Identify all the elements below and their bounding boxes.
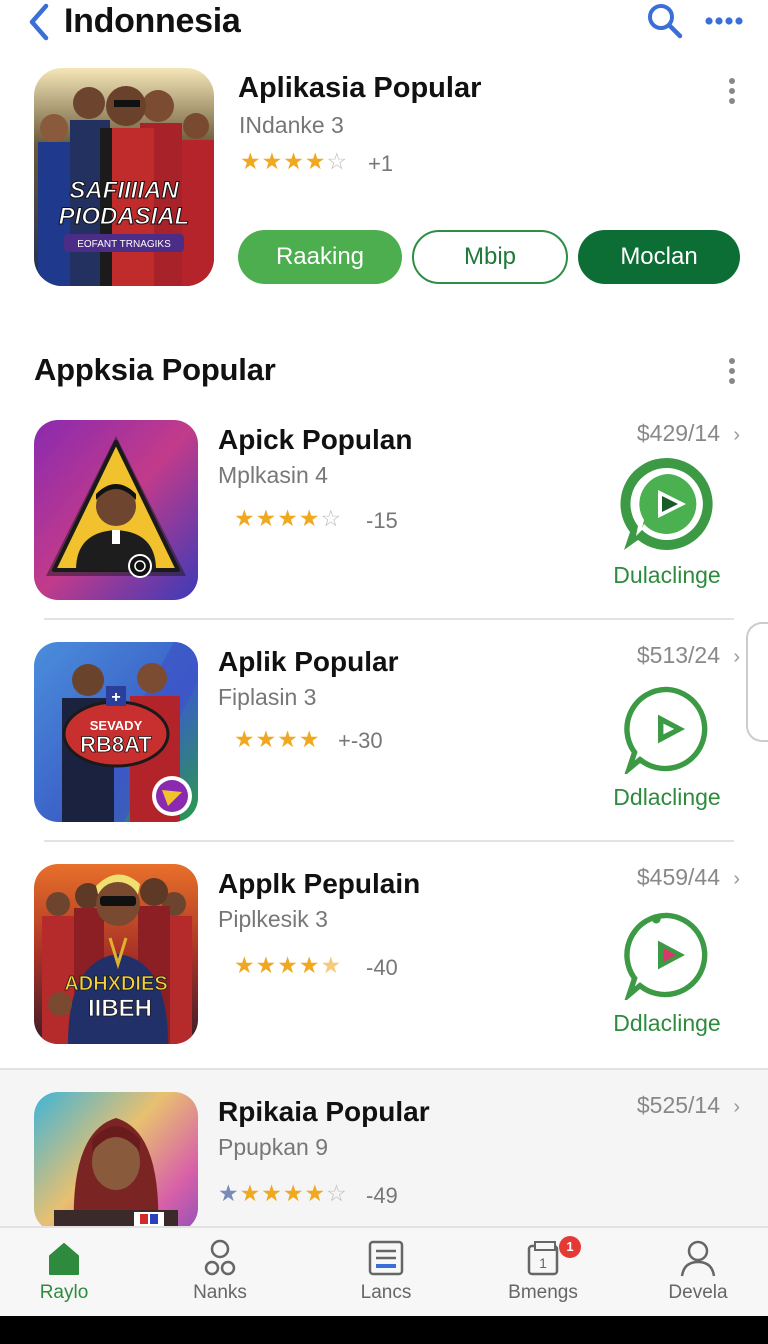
app-icon[interactable]: [34, 1092, 198, 1226]
chevron-right-icon[interactable]: ›: [733, 424, 740, 447]
app-price: $525/14: [636, 1092, 720, 1118]
list-icon: [368, 1240, 404, 1276]
app-row[interactable]: Rpikaia Popular Ppupkan 9 ★★★★★☆ -49 $52…: [0, 1092, 768, 1226]
download-play-icon[interactable]: [622, 684, 712, 774]
chevron-right-icon[interactable]: ›: [733, 646, 740, 669]
tab-label: Nanks: [193, 1282, 247, 1303]
tab-bmengs[interactable]: 1 1 Bmengs: [483, 1228, 603, 1318]
tab-nanks[interactable]: Nanks: [160, 1228, 280, 1318]
rating-stars: ★★★★★: [234, 952, 343, 978]
download-play-icon[interactable]: [622, 910, 712, 1000]
rating-count: +-30: [338, 728, 383, 753]
tab-lancs[interactable]: Lancs: [326, 1228, 446, 1318]
rating-stars: ★★★★★☆: [218, 1180, 348, 1206]
featured-app-subtitle: INdanke 3: [239, 112, 344, 138]
download-label[interactable]: Dulaclinge: [596, 562, 738, 589]
chevron-right-icon[interactable]: ›: [733, 1096, 740, 1119]
divider: [44, 840, 734, 842]
tab-label: Bmengs: [508, 1282, 578, 1303]
rating-stars: ★★★★: [234, 726, 321, 752]
app-icon[interactable]: + SEVADY RB8AT: [34, 642, 198, 822]
app-icon[interactable]: [34, 420, 198, 600]
poster-text-1: SEVADY: [90, 718, 143, 733]
tab-label: Lancs: [360, 1282, 412, 1303]
rating-count: -15: [366, 508, 398, 533]
person-icon: [680, 1240, 716, 1277]
rating-stars: ★★★★☆: [234, 505, 343, 531]
rating-count: -40: [366, 955, 398, 980]
tab-home[interactable]: Raylo: [4, 1228, 124, 1318]
calendar-icon: 1: [527, 1241, 559, 1276]
app-row[interactable]: Apick Populan Mplkasin 4 ★★★★☆ -15 $429/…: [0, 420, 768, 642]
download-label[interactable]: Ddlaclinge: [596, 784, 738, 811]
back-arrow-icon[interactable]: [24, 2, 56, 42]
section-kebab-icon[interactable]: [726, 356, 738, 386]
svg-text:1: 1: [539, 1255, 547, 1271]
section-title: Appksia Popular: [34, 352, 276, 387]
moclan-button[interactable]: Moclan: [578, 230, 740, 284]
poster-text-1: ADHXDIES: [64, 973, 167, 995]
kebab-menu-icon[interactable]: [726, 76, 738, 106]
featured-app-poster[interactable]: SAFIIIIAN PIODASIAL EOFANT TRNAGIKS: [34, 68, 214, 286]
app-icon[interactable]: ADHXDIES IIBEH: [34, 864, 198, 1044]
featured-app-title: Aplikasia Popular: [238, 72, 482, 104]
app-title: Apick Populan: [218, 424, 413, 455]
search-icon[interactable]: [644, 0, 684, 40]
top-bar: Indonnesia: [0, 0, 768, 48]
app-subtitle: Ppupkan 9: [218, 1134, 328, 1160]
poster-text-2: PIODASIAL: [59, 203, 190, 230]
download-play-icon[interactable]: [618, 454, 718, 554]
app-price: $429/14: [636, 420, 720, 446]
app-title: Aplik Popular: [218, 646, 399, 677]
poster-text-3: EOFANT TRNAGIKS: [77, 239, 171, 250]
chevron-right-icon[interactable]: ›: [733, 868, 740, 891]
poster-text-2: IIBEH: [88, 995, 152, 1022]
app-price: $459/44: [636, 864, 720, 890]
app-row[interactable]: + SEVADY RB8AT Aplik Popular Fiplasin 3 …: [0, 642, 768, 864]
scroll-indicator[interactable]: [746, 622, 768, 742]
rating-stars: ★★★★☆: [240, 148, 349, 174]
tab-devela[interactable]: Devela: [638, 1228, 758, 1318]
home-icon: [49, 1243, 79, 1275]
more-options-icon[interactable]: [702, 6, 746, 36]
tab-label: Raylo: [39, 1282, 89, 1303]
svg-text:+: +: [111, 689, 120, 706]
page-title: Indonnesia: [64, 2, 241, 40]
app-subtitle: Piplkesik 3: [218, 906, 328, 932]
poster-text-2: RB8AT: [80, 732, 152, 757]
notification-badge: 1: [559, 1236, 581, 1258]
circles-icon: [204, 1239, 236, 1276]
tab-label: Devela: [668, 1282, 728, 1303]
app-price: $513/24: [636, 642, 720, 668]
app-title: Rpikaia Popular: [218, 1096, 430, 1127]
system-nav-bar: [0, 1316, 768, 1344]
app-subtitle: Fiplasin 3: [218, 684, 317, 710]
divider: [44, 618, 734, 620]
app-title: Applk Pepulain: [218, 868, 421, 899]
rating-count: -49: [366, 1183, 398, 1208]
poster-text-1: SAFIIIIAN: [69, 177, 179, 204]
app-row[interactable]: ADHXDIES IIBEH Applk Pepulain Piplkesik …: [0, 864, 768, 1086]
featured-app[interactable]: SAFIIIIAN PIODASIAL EOFANT TRNAGIKS Apli…: [0, 60, 768, 300]
bottom-tab-bar: Raylo Nanks Lancs 1 1 Bmengs Devela: [0, 1226, 768, 1316]
rating-count: +1: [368, 151, 394, 176]
app-subtitle: Mplkasin 4: [218, 462, 328, 488]
ranking-button[interactable]: Raaking: [238, 230, 402, 284]
download-label[interactable]: Ddlaclinge: [596, 1010, 738, 1037]
mbip-button[interactable]: Mbip: [412, 230, 568, 284]
